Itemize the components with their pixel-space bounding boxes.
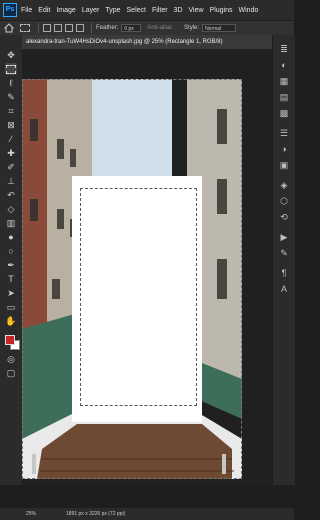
status-bar: 25% 1891 px x 3226 px (72 ppi): [0, 508, 294, 520]
menu-view[interactable]: View: [189, 7, 204, 14]
patterns-icon[interactable]: ▩: [278, 107, 290, 119]
menu-layer[interactable]: Layer: [82, 7, 100, 14]
type-icon[interactable]: T: [5, 273, 17, 285]
feather-label: Feather:: [96, 25, 119, 31]
subtract-selection-icon[interactable]: [65, 24, 73, 32]
crop-icon[interactable]: ⌗: [5, 105, 17, 117]
document-tab[interactable]: alexandra-tran-TuW4HsDiOv4-unsplash.jpg …: [22, 35, 272, 49]
menu-bar: Ps File Edit Image Layer Type Select Fil…: [0, 0, 294, 20]
frame-icon[interactable]: ⊠: [5, 119, 17, 131]
blur-icon[interactable]: ●: [5, 231, 17, 243]
clone-stamp-icon[interactable]: ⊥: [5, 175, 17, 187]
paths-icon[interactable]: ⬡: [278, 195, 290, 207]
menu-type[interactable]: Type: [105, 7, 120, 14]
feather-input[interactable]: 0 px: [121, 24, 142, 32]
brush-icon[interactable]: ✐: [5, 161, 17, 173]
divider: [91, 23, 92, 33]
dodge-icon[interactable]: ○: [5, 245, 17, 257]
menu-edit[interactable]: Edit: [38, 7, 50, 14]
menu-filter[interactable]: Filter: [152, 7, 168, 14]
history-icon[interactable]: ⟲: [278, 211, 290, 223]
eyedropper-icon[interactable]: ⁄: [5, 133, 17, 145]
divider: [38, 23, 39, 33]
new-selection-icon[interactable]: [43, 24, 51, 32]
character-icon[interactable]: A: [278, 283, 290, 295]
marquee-icon[interactable]: [5, 63, 17, 75]
document-bounds-marquee: [22, 79, 242, 479]
paragraph-icon[interactable]: ¶: [278, 267, 290, 279]
healing-icon[interactable]: ✚: [5, 147, 17, 159]
screen-mode-icon[interactable]: ▢: [5, 367, 17, 379]
anti-alias-checkbox[interactable]: Anti-alias: [147, 25, 172, 31]
gradient-icon[interactable]: ▥: [5, 217, 17, 229]
zoom-level[interactable]: 25%: [26, 511, 36, 517]
actions-icon[interactable]: ▶: [278, 231, 290, 243]
document-size: 1891 px x 3226 px (72 ppi): [66, 511, 126, 517]
menu-window[interactable]: Windo: [239, 7, 259, 14]
adjustments-icon[interactable]: ◑: [278, 143, 290, 155]
home-icon[interactable]: [4, 23, 14, 33]
menu-image[interactable]: Image: [56, 7, 75, 14]
add-selection-icon[interactable]: [54, 24, 62, 32]
pen-icon[interactable]: ✒: [5, 259, 17, 271]
menu-file[interactable]: File: [21, 7, 32, 14]
color-icon[interactable]: ◐: [278, 59, 290, 71]
eraser-icon[interactable]: ◇: [5, 203, 17, 215]
options-bar: Feather: 0 px Anti-alias Style: Normal: [0, 20, 294, 36]
quick-select-icon[interactable]: ✎: [5, 91, 17, 103]
libraries-icon[interactable]: ▣: [278, 159, 290, 171]
menu-plugins[interactable]: Plugins: [210, 7, 233, 14]
swatches-icon[interactable]: ▦: [278, 75, 290, 87]
menu-3d[interactable]: 3D: [174, 7, 183, 14]
panel-dock: ≣ ◐ ▦ ▤ ▩ ☰ ◑ ▣ ◈ ⬡ ⟲ ▶ ✎ ¶ A: [272, 35, 295, 485]
intersect-selection-icon[interactable]: [76, 24, 84, 32]
layers-icon[interactable]: ≣: [278, 43, 290, 55]
move-icon[interactable]: ✥: [5, 49, 17, 61]
quick-mask-icon[interactable]: ◎: [5, 353, 17, 365]
style-label: Style:: [184, 25, 200, 31]
document-tab-bar: alexandra-tran-TuW4HsDiOv4-unsplash.jpg …: [22, 35, 272, 49]
hand-icon[interactable]: ✋: [5, 315, 17, 327]
photoshop-logo-icon[interactable]: Ps: [3, 3, 17, 17]
path-select-icon[interactable]: ➤: [5, 287, 17, 299]
properties-icon[interactable]: ☰: [278, 127, 290, 139]
gradients-icon[interactable]: ▤: [278, 91, 290, 103]
rectangular-marquee-icon[interactable]: [20, 24, 30, 32]
history-brush-icon[interactable]: ↶: [5, 189, 17, 201]
brushes-icon[interactable]: ✎: [278, 247, 290, 259]
canvas-area[interactable]: [22, 49, 272, 485]
rectangle-icon[interactable]: ▭: [5, 301, 17, 313]
menu-select[interactable]: Select: [127, 7, 146, 14]
channels-icon[interactable]: ◈: [278, 179, 290, 191]
tools-panel: ✥ ℓ ✎ ⌗ ⊠ ⁄ ✚ ✐ ⊥ ↶ ◇ ▥ ● ○ ✒ T ➤ ▭ ✋ ◎ …: [0, 35, 22, 485]
style-select[interactable]: Normal: [202, 24, 237, 32]
lasso-icon[interactable]: ℓ: [5, 77, 17, 89]
foreground-color-swatch[interactable]: [5, 335, 15, 345]
